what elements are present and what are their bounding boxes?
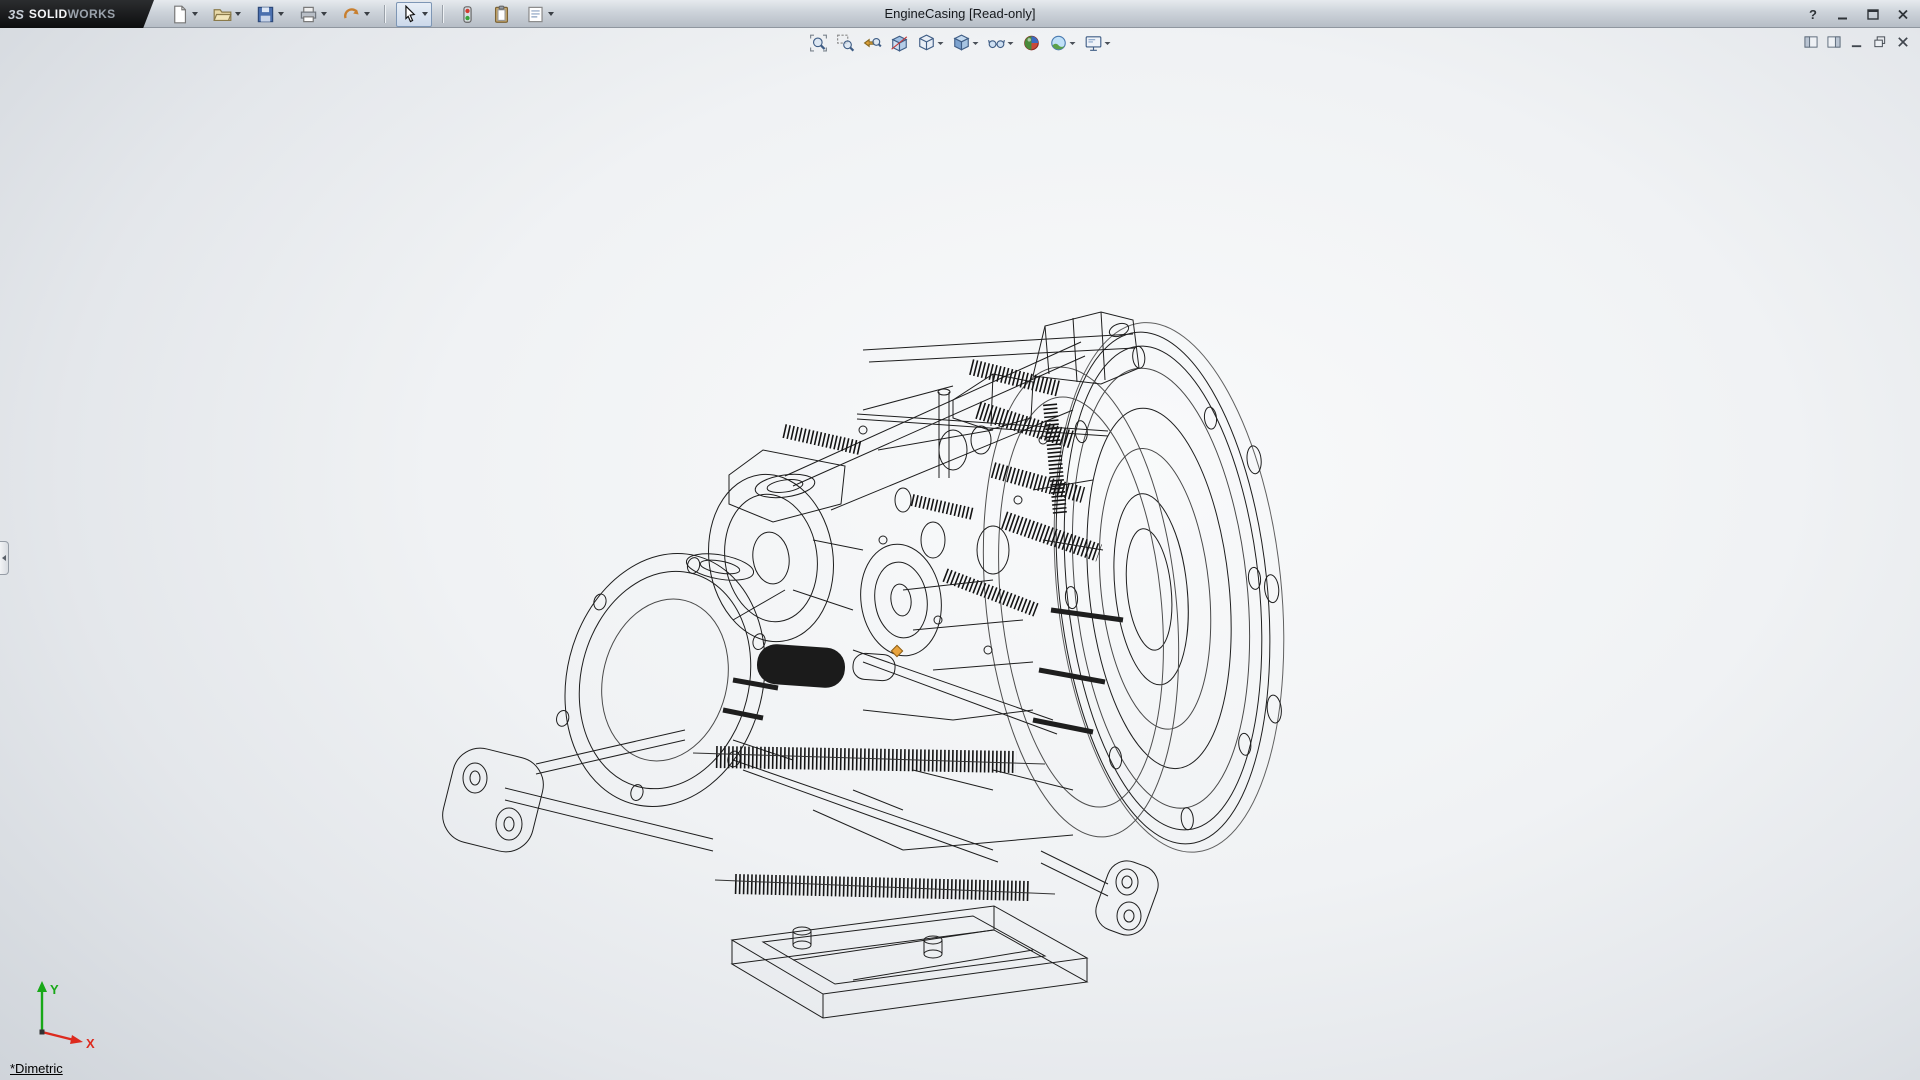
apply-scene-icon (1050, 34, 1068, 52)
view-settings-icon (1085, 34, 1103, 52)
dropdown-caret[interactable] (192, 12, 198, 16)
new-document-icon (170, 5, 189, 24)
dropdown-caret[interactable] (938, 42, 944, 45)
xpress-products-button[interactable] (454, 2, 481, 27)
previous-view-button[interactable] (864, 34, 882, 52)
section-view-button[interactable] (891, 34, 909, 52)
zoom-to-area-icon (837, 34, 855, 52)
open-folder-icon (213, 5, 232, 24)
dropdown-caret[interactable] (548, 12, 554, 16)
graphics-viewport[interactable]: Y X *Dimetric (0, 28, 1920, 1080)
dropdown-caret[interactable] (422, 12, 428, 16)
doc-minimize-button[interactable] (1850, 35, 1864, 54)
zoom-to-area-button[interactable] (837, 34, 855, 52)
toolbar-separator (442, 5, 444, 23)
undo-button[interactable] (338, 2, 374, 27)
caption-controls: ? (1804, 0, 1912, 28)
print-icon (299, 5, 318, 24)
maximize-icon (1866, 8, 1880, 21)
origin-marker (891, 645, 902, 656)
display-style-icon (953, 34, 971, 52)
document-window-controls (1804, 35, 1910, 54)
zoom-to-fit-button[interactable] (810, 34, 828, 52)
doc-close-button[interactable] (1896, 35, 1910, 54)
hide-show-items-button[interactable] (988, 34, 1014, 52)
select-cursor-icon (400, 5, 419, 24)
help-button[interactable]: ? (1804, 5, 1822, 23)
dropdown-caret[interactable] (235, 12, 241, 16)
dropdown-caret[interactable] (364, 12, 370, 16)
dropdown-caret[interactable] (973, 42, 979, 45)
minimize-icon (1850, 35, 1864, 49)
headsup-view-toolbar (810, 34, 1111, 52)
options-sheet-icon (526, 5, 545, 24)
view-settings-button[interactable] (1085, 34, 1111, 52)
close-icon (1896, 8, 1910, 21)
y-axis-arrow (37, 981, 47, 992)
minimize-button[interactable] (1834, 5, 1852, 23)
pane-right-icon (1827, 35, 1841, 49)
zoom-to-fit-icon (810, 34, 828, 52)
feature-manager-collapsed-tab[interactable] (0, 541, 9, 575)
restore-icon (1873, 35, 1887, 49)
section-view-icon (891, 34, 909, 52)
pane-right-button[interactable] (1827, 35, 1841, 54)
minimize-icon (1836, 8, 1850, 21)
new-button[interactable] (166, 2, 202, 27)
traffic-light-icon (458, 5, 477, 24)
pane-left-button[interactable] (1804, 35, 1818, 54)
reference-triad[interactable]: Y X (12, 972, 102, 1052)
view-orientation-button[interactable] (918, 34, 944, 52)
chevron-left-icon (2, 555, 6, 561)
toolbar-separator (384, 5, 386, 23)
solidworks-logo-icon: 3S (8, 7, 24, 22)
title-bar: 3S SOLIDWORKS (0, 0, 1920, 28)
close-icon (1896, 35, 1910, 49)
select-button[interactable] (396, 2, 432, 27)
x-axis-arrow (70, 1035, 83, 1044)
clipboard-icon (492, 5, 511, 24)
previous-view-icon (864, 34, 882, 52)
dropdown-caret[interactable] (1008, 42, 1014, 45)
doc-restore-button[interactable] (1873, 35, 1887, 54)
view-orientation-icon (918, 34, 936, 52)
apply-scene-button[interactable] (1050, 34, 1076, 52)
dropdown-caret[interactable] (1105, 42, 1111, 45)
main-toolbar (166, 0, 558, 28)
display-style-button[interactable] (953, 34, 979, 52)
solidworks-logo: 3S SOLIDWORKS (0, 0, 154, 28)
dropdown-caret[interactable] (278, 12, 284, 16)
triad-origin (40, 1030, 45, 1035)
open-button[interactable] (209, 2, 245, 27)
x-axis-label: X (86, 1036, 95, 1051)
edit-appearance-button[interactable] (1023, 34, 1041, 52)
file-properties-button[interactable] (488, 2, 515, 27)
dropdown-caret[interactable] (321, 12, 327, 16)
edit-appearance-icon (1023, 34, 1041, 52)
save-button[interactable] (252, 2, 288, 27)
pane-left-icon (1804, 35, 1818, 49)
close-button[interactable] (1894, 5, 1912, 23)
undo-icon (342, 5, 361, 24)
view-orientation-label: *Dimetric (10, 1061, 63, 1076)
help-icon: ? (1809, 7, 1817, 22)
print-button[interactable] (295, 2, 331, 27)
save-icon (256, 5, 275, 24)
options-button[interactable] (522, 2, 558, 27)
wireframe-engine-model[interactable] (433, 290, 1293, 1030)
maximize-button[interactable] (1864, 5, 1882, 23)
hide-show-items-icon (988, 34, 1006, 52)
y-axis-label: Y (50, 982, 59, 997)
dropdown-caret[interactable] (1070, 42, 1076, 45)
brand-text: SOLIDWORKS (29, 5, 116, 23)
